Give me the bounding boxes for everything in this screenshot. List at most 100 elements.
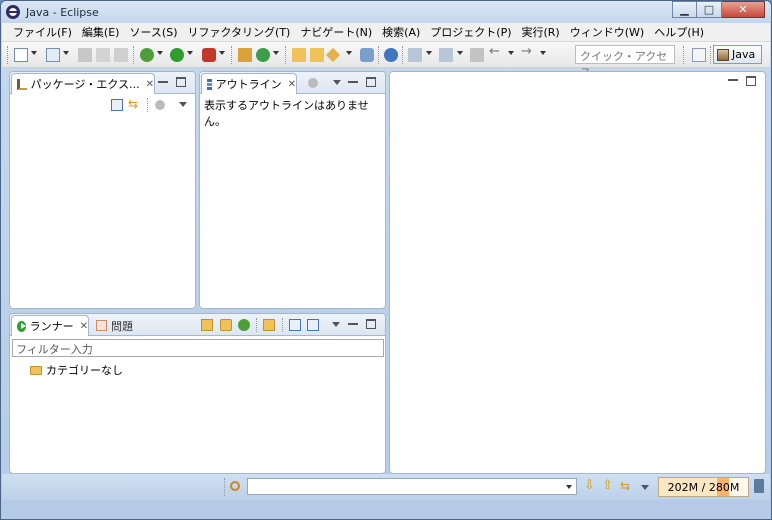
java-perspective-button[interactable]: Java [713, 45, 762, 64]
run-dropdown-icon[interactable] [187, 51, 193, 55]
forward-dropdown-icon[interactable] [540, 51, 546, 55]
close-button[interactable]: ✕ [722, 1, 765, 18]
previous-annotation-icon[interactable] [439, 48, 453, 62]
focus-on-task-icon[interactable] [308, 78, 318, 88]
collapse-all-icon[interactable] [111, 99, 123, 111]
collapse-all-icon[interactable] [289, 319, 301, 331]
status-bar: ⇩ ⇧ ⇆ 202M / 280M [2, 474, 770, 500]
tab-problems[interactable]: 問題 [91, 315, 141, 336]
new-project-dropdown-icon[interactable] [63, 51, 69, 55]
previous-annotation-dropdown-icon[interactable] [457, 51, 463, 55]
maximize-editor-icon[interactable] [746, 76, 756, 86]
maximize-view-icon[interactable] [366, 319, 376, 329]
tab-runner[interactable]: ランナー ✕ [11, 315, 89, 336]
heap-status[interactable]: 202M / 280M [658, 477, 749, 497]
menu-window[interactable]: ウィンドウ(W) [565, 24, 649, 40]
minimize-view-icon[interactable] [158, 77, 168, 83]
search-dropdown-icon[interactable] [346, 51, 352, 55]
menu-project[interactable]: プロジェクト(P) [425, 24, 516, 40]
new-dropdown-icon[interactable] [31, 51, 37, 55]
run-launch-icon[interactable] [238, 319, 250, 331]
menu-file[interactable]: ファイル(F) [8, 24, 77, 40]
minimize-view-icon[interactable] [348, 77, 358, 83]
open-folder-icon[interactable] [263, 319, 275, 331]
previous-arrow-icon[interactable]: ⇧ [602, 479, 614, 492]
heap-text: 202M / 280M [667, 481, 740, 494]
close-icon[interactable]: ✕ [288, 79, 296, 90]
menu-refactor[interactable]: リファクタリング(T) [182, 24, 295, 40]
view-menu-icon[interactable] [333, 80, 341, 85]
last-edit-location-icon[interactable] [470, 48, 484, 62]
tree-item-label: カテゴリーなし [46, 364, 123, 377]
tab-package-explorer[interactable]: パッケージ・エクス... ✕ [11, 73, 155, 94]
external-tools-icon[interactable] [202, 48, 216, 62]
filter-input[interactable]: フィルター入力 [12, 339, 384, 357]
save-all-icon[interactable] [96, 48, 110, 62]
view-menu-icon[interactable] [179, 102, 187, 107]
add-folder-icon[interactable] [201, 319, 213, 331]
new-java-project-icon[interactable] [46, 48, 60, 62]
statusbar-menu-icon[interactable] [641, 485, 649, 490]
trash-gc-icon[interactable] [754, 479, 764, 493]
search-icon[interactable] [230, 481, 240, 491]
outline-tab-label: アウトライン [215, 78, 282, 91]
minimize-view-icon[interactable] [348, 319, 358, 325]
menu-edit[interactable]: 編集(E) [77, 24, 125, 40]
menu-help[interactable]: ヘルプ(H) [649, 24, 709, 40]
link-with-editor-icon[interactable]: ⇆ [128, 98, 140, 110]
debug-dropdown-icon[interactable] [157, 51, 163, 55]
close-icon[interactable]: ✕ [146, 79, 154, 90]
print-icon[interactable] [114, 48, 128, 62]
open-perspective-button-icon[interactable] [692, 48, 706, 62]
new-package-icon[interactable] [238, 48, 252, 62]
debug-icon[interactable] [140, 48, 154, 62]
back-arrow-icon[interactable]: ← [489, 45, 503, 60]
statusbar-separator [224, 478, 225, 496]
maximize-button[interactable]: □ [697, 1, 722, 18]
minimize-editor-icon[interactable] [728, 75, 738, 81]
new-class-dropdown-icon[interactable] [273, 51, 279, 55]
link-icon[interactable]: ⇆ [620, 480, 632, 492]
maximize-view-icon[interactable] [176, 77, 186, 87]
quick-access-input[interactable]: クイック・アクセス [575, 45, 675, 79]
outline-panel: アウトライン ✕ 表示するアウトラインはありません。 [199, 71, 386, 309]
add-category-icon[interactable] [220, 319, 232, 331]
save-icon[interactable] [78, 48, 92, 62]
toolbar-separator [285, 46, 286, 64]
settings-gear-icon[interactable] [384, 48, 398, 62]
run-icon[interactable] [170, 48, 184, 62]
chevron-down-icon[interactable] [566, 485, 572, 489]
forward-arrow-icon[interactable]: → [521, 45, 535, 60]
external-tools-dropdown-icon[interactable] [219, 51, 225, 55]
menu-source[interactable]: ソース(S) [124, 24, 182, 40]
expand-all-icon[interactable] [307, 319, 319, 331]
title-bar[interactable]: Java - Eclipse ▁ □ ✕ [1, 1, 771, 23]
problems-tab-label: 問題 [111, 319, 133, 333]
open-task-icon[interactable] [310, 48, 324, 62]
search-pen-icon[interactable] [325, 47, 341, 63]
minimize-button[interactable]: ▁ [672, 1, 697, 18]
open-perspective-icon[interactable] [360, 48, 374, 62]
outline-empty-message: 表示するアウトラインはありません。 [204, 99, 369, 128]
view-menu-icon[interactable] [332, 322, 340, 327]
new-icon[interactable] [14, 48, 28, 62]
focus-on-task-icon[interactable] [155, 100, 165, 110]
menu-navigate[interactable]: ナビゲート(N) [295, 24, 377, 40]
tab-outline[interactable]: アウトライン ✕ [201, 73, 297, 94]
menu-run[interactable]: 実行(R) [517, 24, 565, 40]
new-class-icon[interactable] [256, 48, 270, 62]
close-icon[interactable]: ✕ [80, 321, 88, 332]
toolbar-separator [683, 46, 684, 64]
tree-item-category[interactable]: カテゴリーなし [30, 362, 123, 378]
maximize-view-icon[interactable] [366, 77, 376, 87]
back-dropdown-icon[interactable] [508, 51, 514, 55]
next-annotation-dropdown-icon[interactable] [426, 51, 432, 55]
search-combo-input[interactable] [247, 478, 577, 495]
open-type-icon[interactable] [292, 48, 306, 62]
next-arrow-icon[interactable]: ⇩ [584, 479, 596, 492]
window-controls: ▁ □ ✕ [672, 1, 765, 18]
next-annotation-icon[interactable] [408, 48, 422, 62]
editor-area[interactable] [389, 71, 766, 474]
toolbar-separator [402, 46, 403, 64]
menu-search[interactable]: 検索(A) [377, 24, 425, 40]
